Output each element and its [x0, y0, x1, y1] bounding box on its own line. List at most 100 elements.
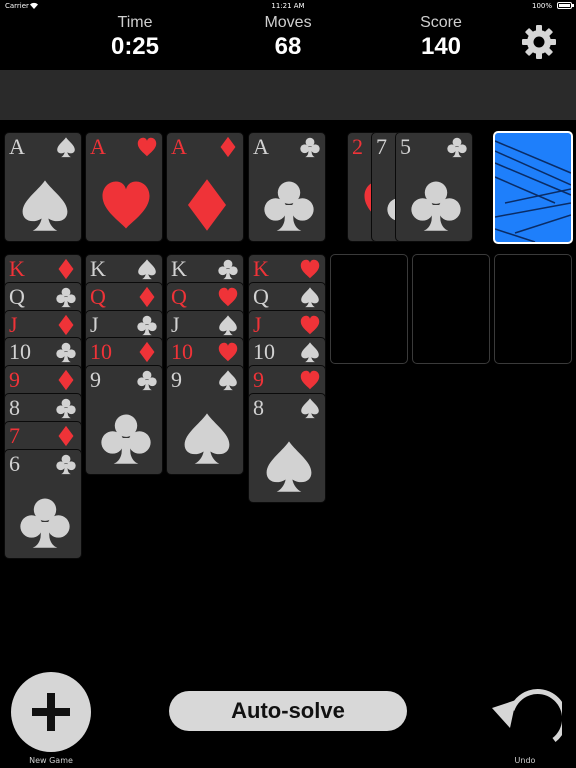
new-game-label: New Game	[29, 756, 73, 765]
card-rank: J	[171, 312, 180, 337]
card-rank: Q	[171, 284, 187, 309]
card-a-of-clubs[interactable]: A	[248, 132, 326, 242]
card-a-of-spades[interactable]: A	[4, 132, 82, 242]
status-bar: Carrier 11:21 AM 100%	[0, 0, 576, 12]
club-icon	[447, 137, 467, 158]
card-rank: K	[171, 256, 187, 281]
card-rank: A	[171, 134, 187, 159]
new-game-button[interactable]	[11, 672, 91, 752]
club-icon	[101, 414, 151, 464]
card-5-of-clubs[interactable]: 5	[395, 132, 473, 242]
card-rank: 7	[9, 423, 20, 448]
club-icon	[300, 137, 320, 158]
club-icon	[56, 398, 76, 419]
undo-label: Undo	[514, 756, 536, 765]
auto-solve-button[interactable]: Auto-solve	[169, 691, 407, 731]
card-rank: A	[9, 134, 25, 159]
club-icon	[218, 259, 238, 280]
club-icon	[411, 181, 461, 231]
spade-icon	[219, 370, 237, 391]
card-rank: 9	[253, 367, 264, 392]
battery-icon	[557, 2, 574, 9]
card-rank: 2	[352, 134, 363, 159]
card-rank: 8	[253, 395, 264, 420]
battery-percent: 100%	[531, 2, 552, 10]
heart-icon	[300, 259, 320, 279]
heart-icon	[300, 370, 320, 390]
club-icon	[264, 181, 314, 231]
heart-icon	[218, 287, 238, 307]
score-label: Score	[420, 14, 462, 31]
empty-tableau-slot[interactable]	[330, 254, 408, 364]
diamond-icon	[58, 425, 74, 447]
club-icon	[20, 498, 70, 548]
card-back-pattern	[495, 133, 571, 242]
diamond-icon	[58, 258, 74, 280]
card-rank: 5	[400, 134, 411, 159]
card-rank: K	[90, 256, 106, 281]
diamond-icon	[139, 341, 155, 363]
card-8-of-spades[interactable]: 8	[248, 393, 326, 503]
spade-icon	[57, 137, 75, 158]
spade-icon	[266, 441, 312, 492]
empty-tableau-slot[interactable]	[412, 254, 490, 364]
heart-icon	[218, 342, 238, 362]
moves-label: Moves	[264, 14, 312, 31]
gear-icon[interactable]	[521, 24, 557, 60]
moves-stat: Moves 68	[238, 14, 338, 61]
time-stat: Time 0:25	[85, 14, 185, 61]
card-back-lines	[495, 140, 571, 242]
stock-pile[interactable]	[493, 131, 573, 244]
card-rank: 7	[376, 134, 387, 159]
diamond-icon	[187, 179, 227, 231]
spade-icon	[301, 287, 319, 308]
card-rank: 9	[90, 367, 101, 392]
time-value: 0:25	[110, 33, 160, 60]
card-rank: A	[90, 134, 106, 159]
score-stat: Score 140	[391, 14, 491, 61]
card-rank: Q	[253, 284, 269, 309]
moves-value: 68	[274, 33, 302, 60]
club-icon	[137, 370, 157, 391]
diamond-icon	[58, 314, 74, 336]
card-9-of-clubs[interactable]: 9	[85, 365, 163, 475]
card-rank: A	[253, 134, 269, 159]
spade-icon	[138, 259, 156, 280]
card-rank: 10	[171, 339, 193, 364]
diamond-icon	[139, 286, 155, 308]
spade-icon	[184, 413, 230, 464]
status-time: 11:21 AM	[271, 2, 305, 10]
score-value: 140	[420, 33, 462, 60]
empty-tableau-slot[interactable]	[494, 254, 572, 364]
card-rank: J	[90, 312, 99, 337]
heart-icon	[300, 315, 320, 335]
card-rank: Q	[9, 284, 25, 309]
card-a-of-hearts[interactable]: A	[85, 132, 163, 242]
club-icon	[56, 342, 76, 363]
card-rank: K	[253, 256, 269, 281]
card-rank: 10	[9, 339, 31, 364]
club-icon	[137, 315, 157, 336]
time-label: Time	[117, 14, 153, 31]
undo-arrow-icon[interactable]	[488, 688, 562, 750]
card-rank: J	[253, 312, 262, 337]
card-rank: K	[9, 256, 25, 281]
heart-icon	[102, 181, 150, 229]
spade-icon	[22, 180, 68, 231]
card-rank: 9	[171, 367, 182, 392]
card-6-of-clubs[interactable]: 6	[4, 449, 82, 559]
card-9-of-spades[interactable]: 9	[166, 365, 244, 475]
card-rank: 10	[253, 339, 275, 364]
card-a-of-diamonds[interactable]: A	[166, 132, 244, 242]
card-rank: 10	[90, 339, 112, 364]
card-rank: J	[9, 312, 18, 337]
message-bar	[0, 70, 576, 120]
spade-icon	[219, 315, 237, 336]
diamond-icon	[220, 136, 236, 158]
spade-icon	[301, 342, 319, 363]
club-icon	[56, 454, 76, 475]
spade-icon	[301, 398, 319, 419]
card-rank: Q	[90, 284, 106, 309]
diamond-icon	[58, 369, 74, 391]
card-rank: 6	[9, 451, 20, 476]
